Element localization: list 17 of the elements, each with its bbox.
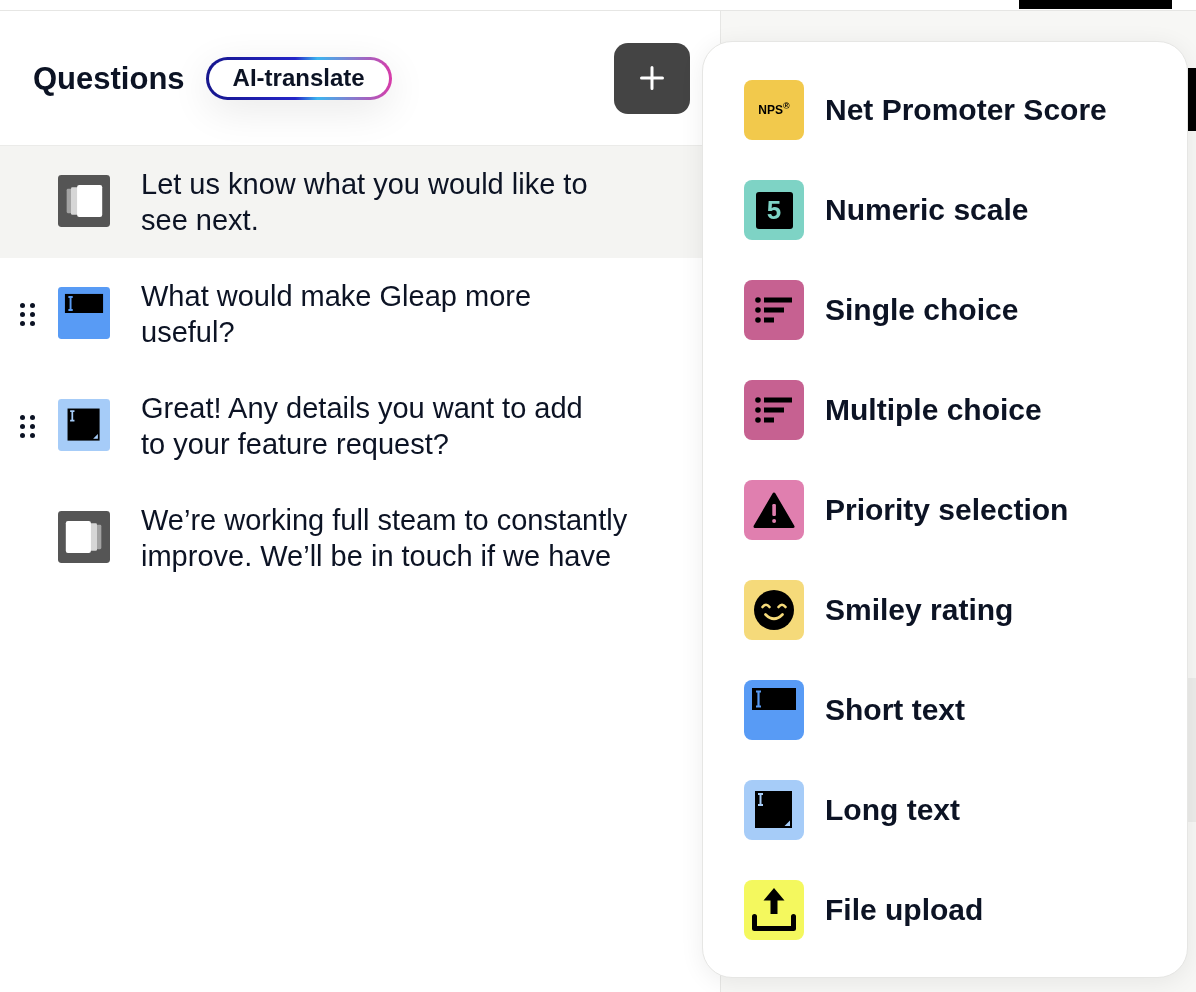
menu-item[interactable]: Single choice bbox=[744, 260, 1167, 360]
menu-item[interactable]: Short text bbox=[744, 660, 1167, 760]
drag-handle-icon[interactable] bbox=[20, 415, 35, 438]
menu-item[interactable]: Long text bbox=[744, 760, 1167, 860]
menu-item[interactable]: Multiple choice bbox=[744, 360, 1167, 460]
add-button[interactable] bbox=[614, 42, 690, 114]
menu-item[interactable]: File upload bbox=[744, 860, 1167, 960]
menu-item[interactable]: NPS$^{®}$ Net Promoter Score bbox=[744, 60, 1167, 160]
number-badge: 5 bbox=[744, 180, 804, 240]
nps-badge: NPS$^{®}$ bbox=[744, 80, 804, 140]
dark-panel-edge bbox=[1188, 68, 1196, 131]
menu-item[interactable]: Priority selection bbox=[744, 460, 1167, 560]
drag-handle-icon[interactable] bbox=[20, 303, 35, 326]
menu-item[interactable]: 5 Numeric scale bbox=[744, 160, 1167, 260]
menu-item[interactable]: Smiley rating bbox=[744, 560, 1167, 660]
plus-icon bbox=[640, 66, 664, 90]
panel-title: Questions bbox=[33, 62, 185, 94]
